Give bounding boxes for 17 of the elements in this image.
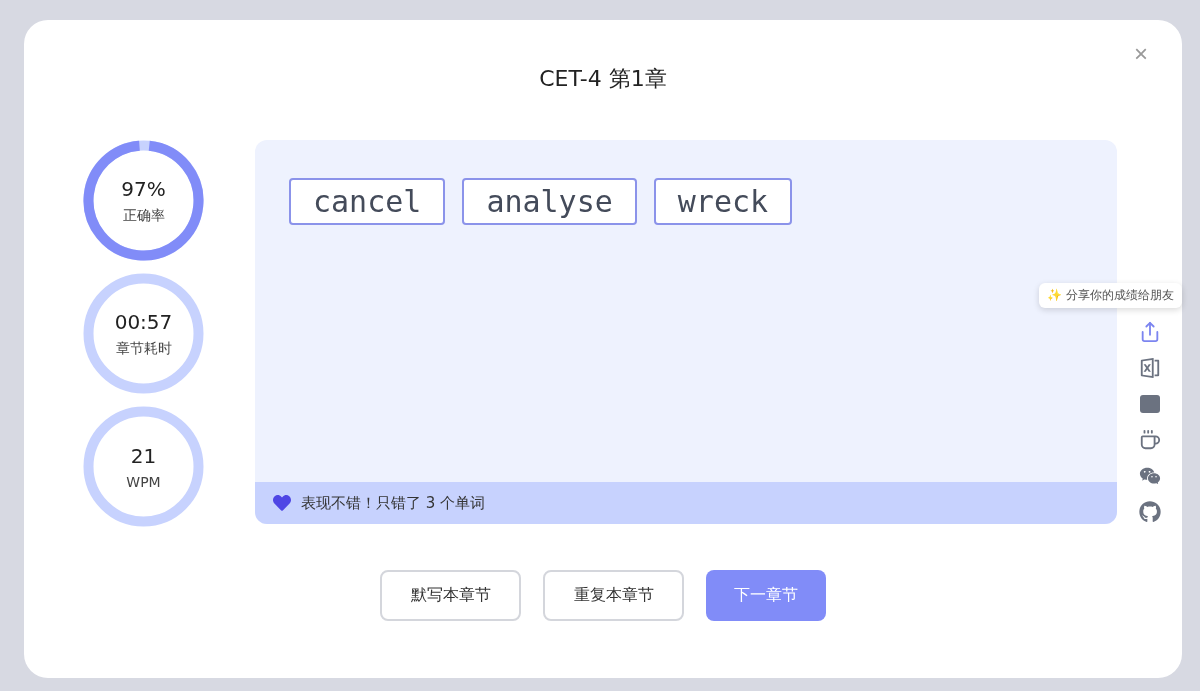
square-logo-icon[interactable] — [1137, 392, 1162, 416]
action-button[interactable]: 重复本章节 — [543, 570, 684, 621]
stat-value: 21 — [130, 443, 157, 468]
stat-value: 00:57 — [114, 309, 173, 334]
stat-value: 97% — [121, 176, 166, 201]
heart-icon — [273, 494, 291, 512]
share-tooltip: ✨ 分享你的成绩给朋友 — [1039, 283, 1182, 308]
mistake-word: wreck — [653, 178, 793, 225]
stat-label: 章节耗时 — [115, 339, 172, 358]
mistake-word: analyse — [462, 178, 637, 225]
action-button[interactable]: 默写本章节 — [380, 570, 521, 621]
cat-logo-icon[interactable] — [1137, 500, 1162, 524]
stat-label: WPM — [126, 473, 161, 490]
stat-label: 正确率 — [122, 206, 165, 225]
mistake-word: cancel — [289, 178, 446, 225]
dialog-title: CET-4 第1章 — [539, 65, 667, 93]
feedback-message: 表现不错！只错了 3 个单词 — [301, 493, 486, 513]
